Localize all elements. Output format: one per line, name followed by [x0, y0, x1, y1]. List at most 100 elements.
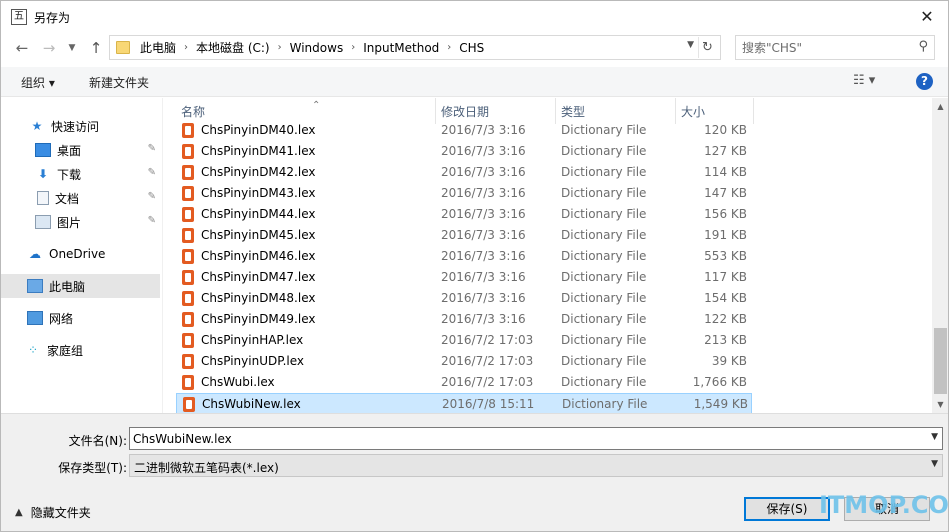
pin-icon[interactable]: ✎: [148, 143, 156, 154]
file-row[interactable]: ChsWubiNew.lex 2016/7/8 15:11 Dictionary F…: [176, 393, 752, 413]
pin-icon[interactable]: ✎: [148, 191, 156, 202]
search-icon[interactable]: ⚲: [918, 39, 928, 54]
file-row[interactable]: ChsPinyinDM41.lex 2016/7/3 3:16 Dictionary…: [176, 141, 752, 162]
view-options-icon[interactable]: ☷ ▾: [853, 73, 875, 88]
sidebar-item-documents[interactable]: 文档 ✎: [1, 186, 160, 210]
search-box[interactable]: ⚲: [735, 35, 935, 60]
filetype-select[interactable]: 二进制微软五笔码表(*.lex) ▼: [129, 454, 943, 477]
up-button[interactable]: ↑: [85, 38, 107, 58]
office-file-icon: [182, 165, 194, 180]
sidebar-item-quick-access[interactable]: ★ 快速访问: [1, 114, 160, 138]
file-row[interactable]: ChsPinyinDM46.lex 2016/7/3 3:16 Dictionary…: [176, 246, 752, 267]
file-date: 2016/7/3 3:16: [441, 270, 526, 284]
file-name: ChsPinyinHAP.lex: [201, 333, 304, 347]
close-button[interactable]: ✕: [904, 1, 948, 32]
sidebar-item-downloads[interactable]: ⬇ 下载 ✎: [1, 162, 160, 186]
back-button[interactable]: ←: [11, 38, 33, 58]
file-type: Dictionary File: [561, 144, 647, 158]
sidebar-item-this-pc[interactable]: 此电脑: [1, 274, 160, 298]
sidebar-item-label: 下载: [57, 167, 82, 182]
scrollbar-thumb[interactable]: [934, 328, 947, 394]
chevron-down-icon[interactable]: ▼: [931, 432, 938, 442]
file-name: ChsPinyinDM47.lex: [201, 270, 316, 284]
help-icon[interactable]: ?: [916, 73, 933, 90]
breadcrumb-item[interactable]: Windows: [288, 41, 346, 55]
forward-button[interactable]: →: [38, 38, 60, 58]
file-name: ChsWubi.lex: [201, 375, 275, 389]
chevron-down-icon: ▼: [931, 459, 938, 469]
save-form: 文件名(N): ▼ 保存类型(T): 二进制微软五笔码表(*.lex) ▼ ▲ …: [1, 413, 948, 531]
file-name: ChsWubiNew.lex: [202, 397, 301, 411]
breadcrumb-item[interactable]: 此电脑: [138, 39, 178, 56]
file-type: Dictionary File: [561, 291, 647, 305]
sidebar-item-network[interactable]: 网络: [1, 306, 160, 330]
address-dropdown-icon[interactable]: ▼: [687, 40, 694, 50]
file-row[interactable]: ChsPinyinDM48.lex 2016/7/3 3:16 Dictionary…: [176, 288, 752, 309]
filename-combobox[interactable]: ▼: [129, 427, 943, 450]
new-folder-button[interactable]: 新建文件夹: [89, 74, 149, 91]
file-row[interactable]: ChsPinyinDM45.lex 2016/7/3 3:16 Dictionary…: [176, 225, 752, 246]
office-file-icon: [182, 207, 194, 222]
organize-button[interactable]: 组织 ▾: [21, 74, 55, 91]
file-row[interactable]: ChsPinyinUDP.lex 2016/7/2 17:03 Dictionary…: [176, 351, 752, 372]
file-row[interactable]: ChsPinyinDM40.lex 2016/7/3 3:16 Dictionary…: [176, 120, 752, 141]
breadcrumb-item[interactable]: 本地磁盘 (C:): [194, 39, 272, 56]
chevron-right-icon[interactable]: ›: [178, 42, 194, 53]
file-row[interactable]: ChsPinyinDM47.lex 2016/7/3 3:16 Dictionary…: [176, 267, 752, 288]
pin-icon[interactable]: ✎: [148, 167, 156, 178]
file-date: 2016/7/2 17:03: [441, 354, 534, 368]
sidebar-item-label: OneDrive: [49, 247, 106, 261]
file-type: Dictionary File: [561, 312, 647, 326]
file-size: 117 KB: [704, 270, 747, 284]
recent-locations-button[interactable]: ▼: [61, 38, 83, 58]
chevron-right-icon[interactable]: ›: [345, 42, 361, 53]
file-type: Dictionary File: [561, 375, 647, 389]
sidebar-item-label: 桌面: [57, 143, 82, 158]
file-list: 名称 ⌃ 修改日期 类型 大小 ChsPinyinDM40.lex 2016/7/…: [164, 98, 931, 413]
office-file-icon: [182, 375, 194, 390]
save-button[interactable]: 保存(S): [744, 497, 830, 521]
hide-folders-toggle[interactable]: ▲ 隐藏文件夹: [15, 504, 91, 521]
address-bar[interactable]: 此电脑 › 本地磁盘 (C:) › Windows › InputMethod …: [109, 35, 721, 60]
file-size: 156 KB: [704, 207, 747, 221]
vertical-scrollbar[interactable]: ▲ ▼: [932, 98, 948, 413]
scroll-down-icon[interactable]: ▼: [932, 396, 948, 413]
sidebar-item-desktop[interactable]: 桌面 ✎: [1, 138, 160, 162]
office-file-icon: [182, 123, 194, 138]
file-size: 122 KB: [704, 312, 747, 326]
scroll-up-icon[interactable]: ▲: [932, 98, 948, 115]
file-row[interactable]: ChsPinyinDM42.lex 2016/7/3 3:16 Dictionary…: [176, 162, 752, 183]
pin-icon[interactable]: ✎: [148, 215, 156, 226]
file-size: 114 KB: [704, 165, 747, 179]
arrow-up-icon: ↑: [89, 39, 103, 57]
file-row[interactable]: ChsPinyinHAP.lex 2016/7/2 17:03 Dictionary…: [176, 330, 752, 351]
search-input[interactable]: [742, 39, 902, 56]
file-row[interactable]: ChsWubi.lex 2016/7/2 17:03 Dictionary File…: [176, 372, 752, 393]
refresh-icon[interactable]: ↻: [698, 37, 716, 58]
breadcrumb-item[interactable]: InputMethod: [361, 41, 441, 55]
file-row[interactable]: ChsPinyinDM43.lex 2016/7/3 3:16 Dictionary…: [176, 183, 752, 204]
window-title: 另存为: [34, 11, 71, 25]
sidebar-item-homegroup[interactable]: ⁘ 家庭组: [1, 338, 160, 362]
file-date: 2016/7/3 3:16: [441, 144, 526, 158]
office-file-icon: [182, 144, 194, 159]
file-size: 213 KB: [704, 333, 747, 347]
save-as-dialog: 五 另存为 ✕ ← → ▼ ↑ 此电脑 › 本地磁盘 (C:) › Window…: [0, 0, 949, 532]
breadcrumb-item[interactable]: CHS: [457, 41, 486, 55]
office-file-icon: [182, 354, 194, 369]
file-row[interactable]: ChsPinyinDM49.lex 2016/7/3 3:16 Dictionary…: [176, 309, 752, 330]
file-type: Dictionary File: [561, 207, 647, 221]
file-type: Dictionary File: [561, 249, 647, 263]
office-file-icon: [183, 397, 195, 412]
chevron-right-icon[interactable]: ›: [272, 42, 288, 53]
office-file-icon: [182, 186, 194, 201]
arrow-left-icon: ←: [15, 39, 29, 57]
file-date: 2016/7/3 3:16: [441, 291, 526, 305]
sidebar-item-label: 快速访问: [51, 119, 100, 134]
file-date: 2016/7/2 17:03: [441, 375, 534, 389]
sidebar-item-pictures[interactable]: 图片 ✎: [1, 210, 160, 234]
filename-field[interactable]: [133, 430, 913, 447]
sidebar-item-onedrive[interactable]: ☁ OneDrive: [1, 242, 160, 266]
file-row[interactable]: ChsPinyinDM44.lex 2016/7/3 3:16 Dictionary…: [176, 204, 752, 225]
chevron-right-icon[interactable]: ›: [441, 42, 457, 53]
